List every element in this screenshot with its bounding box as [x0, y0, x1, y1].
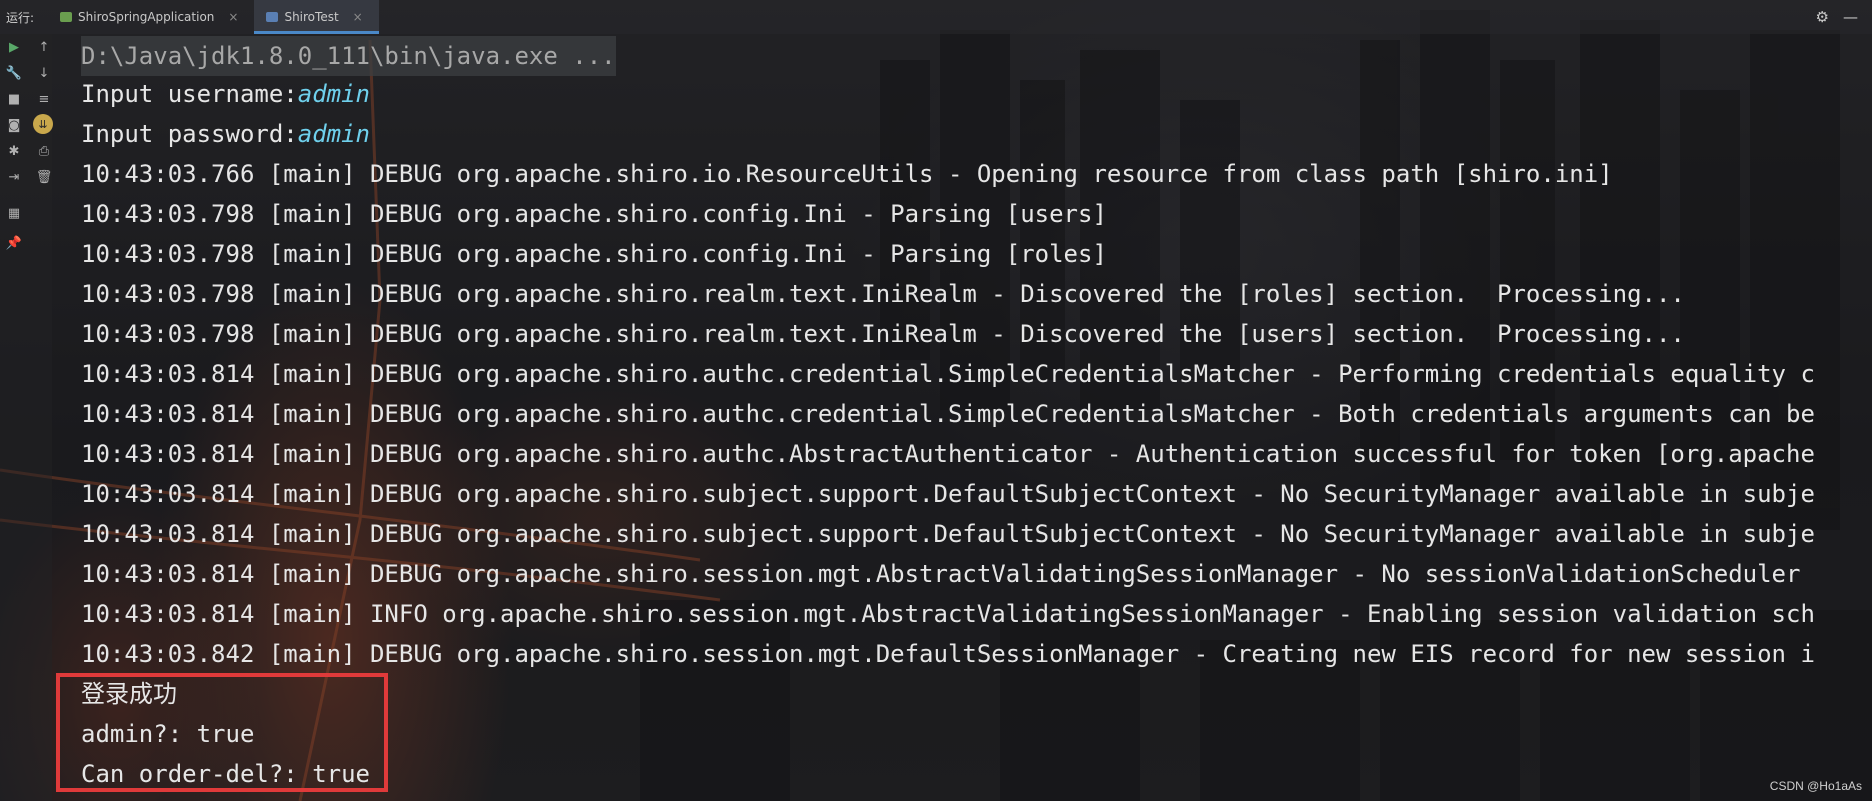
username-line: Input username:admin [81, 74, 370, 114]
test-class-icon [266, 12, 279, 22]
up-arrow-icon[interactable]: ↑ [35, 38, 53, 56]
pin-icon[interactable]: 📌 [5, 234, 23, 252]
input-value: admin [297, 80, 370, 108]
command-line[interactable]: D:\Java\jdk1.8.0_111\bin\java.exe ... [81, 36, 616, 76]
tab-label: ShiroTest [284, 10, 339, 24]
log-line: 10:43:03.814 [main] INFO org.apache.shir… [81, 600, 1815, 628]
exit-icon[interactable]: ⇥ [5, 168, 23, 186]
watermark: CSDN @Ho1aAs [1769, 779, 1862, 793]
trash-icon[interactable]: 🗑 [35, 168, 53, 186]
log-line: 10:43:03.798 [main] DEBUG org.apache.shi… [81, 240, 1107, 268]
log-line: 10:43:03.814 [main] DEBUG org.apache.shi… [81, 520, 1815, 548]
scroll-to-end-icon[interactable]: ⇊ [33, 114, 53, 134]
log-line: 10:43:03.798 [main] DEBUG org.apache.shi… [81, 200, 1107, 228]
log-line: 10:43:03.814 [main] DEBUG org.apache.shi… [81, 400, 1815, 428]
gear-icon[interactable]: ⚙ [1816, 8, 1829, 26]
close-icon[interactable]: × [228, 10, 238, 24]
input-value: admin [297, 120, 370, 148]
log-line: 10:43:03.798 [main] DEBUG org.apache.shi… [81, 320, 1685, 348]
tab-label: ShiroSpringApplication [78, 10, 215, 24]
log-line: 10:43:03.798 [main] DEBUG org.apache.shi… [81, 280, 1685, 308]
camera-icon[interactable]: ◙ [5, 116, 23, 134]
log-line: 10:43:03.814 [main] DEBUG org.apache.shi… [81, 560, 1801, 588]
tab-shirospringapplication[interactable]: ShiroSpringApplication × [48, 0, 254, 34]
down-arrow-icon[interactable]: ↓ [35, 64, 53, 82]
minimize-icon[interactable]: — [1843, 8, 1858, 26]
run-icon[interactable]: ▶ [5, 38, 23, 56]
stop-icon[interactable]: ■ [5, 90, 23, 108]
log-line: 10:43:03.842 [main] DEBUG org.apache.shi… [81, 640, 1815, 668]
log-line: 10:43:03.766 [main] DEBUG org.apache.shi… [81, 160, 1613, 188]
print-icon[interactable]: ⎙ [35, 142, 53, 160]
soft-wrap-icon[interactable]: ≡ [35, 90, 53, 108]
prompt-label: Input password: [81, 120, 298, 148]
highlight-box [56, 673, 388, 792]
console-toolbar: ▶ 🔧 ■ ◙ ✱ ⇥ ▦ 📌 ↑ ↓ ≡ ⇊ ⎙ 🗑 [0, 34, 53, 801]
log-line: 10:43:03.814 [main] DEBUG org.apache.shi… [81, 440, 1815, 468]
log-line: 10:43:03.814 [main] DEBUG org.apache.shi… [81, 480, 1815, 508]
prompt-label: Input username: [81, 80, 298, 108]
debug-icon[interactable]: ✱ [5, 142, 23, 160]
rerun-icon[interactable]: 🔧 [5, 64, 23, 82]
close-icon[interactable]: × [353, 10, 363, 24]
spring-app-icon [60, 12, 73, 22]
password-line: Input password:admin [81, 114, 370, 154]
layout-icon[interactable]: ▦ [5, 204, 23, 222]
log-line: 10:43:03.814 [main] DEBUG org.apache.shi… [81, 360, 1815, 388]
run-label: 运行: [6, 10, 35, 25]
tab-shirotest[interactable]: ShiroTest × [254, 0, 379, 34]
run-tool-window-header: 运行: ShiroSpringApplication × ShiroTest ×… [0, 0, 1872, 34]
